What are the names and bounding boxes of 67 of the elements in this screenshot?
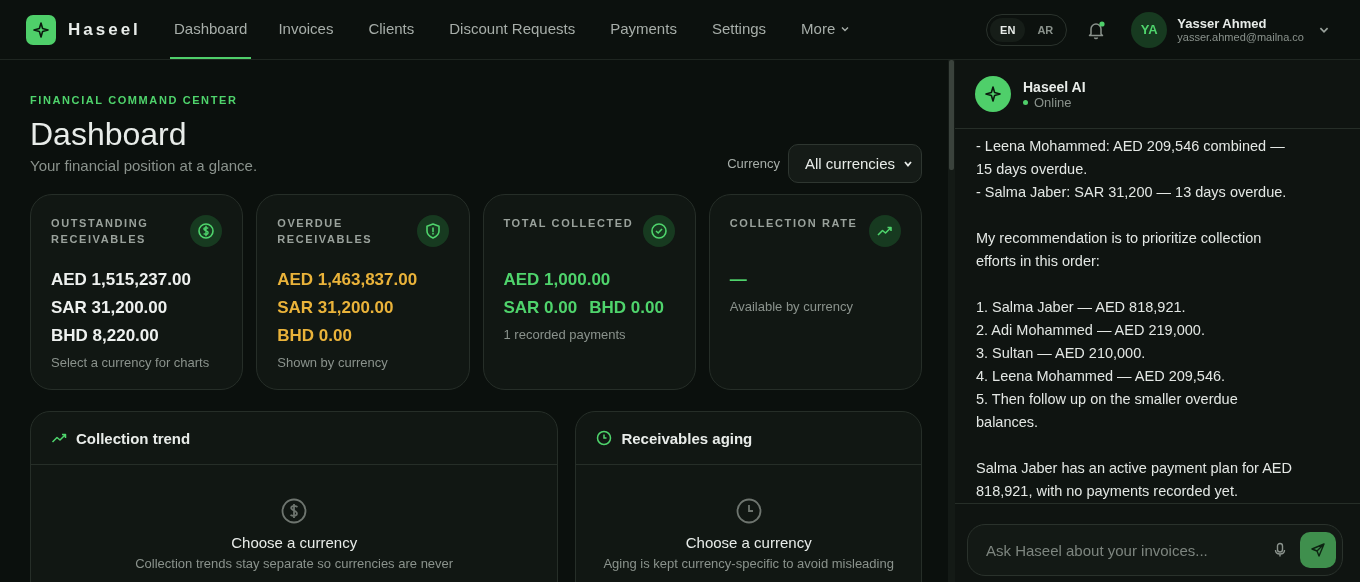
user-name: Yasser Ahmed	[1177, 16, 1268, 31]
amount-value: BHD 8,220.00	[51, 325, 159, 347]
currency-select[interactable]: All currencies	[787, 144, 922, 183]
amount-value: BHD 0.00	[589, 297, 664, 319]
chat-composer[interactable]: Ask Haseel about your invoices...	[967, 524, 1343, 576]
message-text: 1. Salma Jaber — AED 818,921.	[976, 298, 1187, 317]
panel-title: Collection trend	[76, 429, 191, 447]
scrollbar-thumb[interactable]	[949, 60, 954, 170]
sparkle-logo-icon	[26, 14, 56, 45]
stat-label: OVERDUE RECEIVABLES	[277, 216, 374, 247]
check-circle-icon	[642, 215, 675, 247]
message-text: My recommendation is to prioritize collection efforts in this order:	[976, 229, 1263, 271]
stat-note: Available by currency	[729, 299, 855, 314]
amount-value: AED 1,515,237.00	[51, 269, 191, 291]
microphone-icon[interactable]	[1272, 542, 1288, 558]
trend-up-icon	[869, 215, 901, 247]
empty-state-text: Collection trends stay separate so currencies are never	[135, 556, 454, 571]
message-text: - Salma Jaber: SAR 31,200 — 13 days overdue.	[976, 183, 1288, 202]
message-text: 5. Then follow up on the smaller overdue balances.	[976, 390, 1239, 432]
stat-label: OUTSTANDING RECEIVABLES	[51, 216, 150, 247]
amount-value: AED 1,463,837.00	[277, 269, 418, 291]
message-text: 4. Leena Mohammed — AED 209,546.	[976, 367, 1227, 386]
stat-label: COLLECTION RATE	[729, 216, 858, 231]
empty-state-title: Choose a currency	[231, 534, 358, 551]
amount-value: BHD 0.00	[277, 325, 352, 347]
empty-state-text: Aging is kept currency-specific to avoid misleading	[603, 556, 894, 571]
brand-name: Haseel	[68, 19, 141, 40]
amount-value: SAR 0.00	[503, 297, 578, 319]
panel-title: Receivables aging	[621, 429, 753, 447]
clock-icon	[596, 430, 613, 446]
user-avatar[interactable]: YA	[1131, 11, 1168, 48]
sparkle-avatar-icon	[975, 76, 1011, 112]
status-text: Online	[1034, 94, 1072, 110]
send-icon	[1310, 542, 1326, 558]
clock-icon	[735, 498, 762, 524]
language-button[interactable]: EN	[990, 17, 1026, 42]
nav-link[interactable]: Payments	[610, 0, 688, 59]
stat-note: Shown by currency	[277, 355, 389, 370]
nav-link[interactable]: Clients	[368, 0, 426, 59]
dollar-icon	[190, 215, 223, 247]
nav-link[interactable]: Discount Requests	[449, 0, 587, 59]
stat-note: Select a currency for charts	[51, 355, 211, 370]
amount-value: SAR 31,200.00	[277, 297, 394, 319]
stat-label: TOTAL COLLECTED	[503, 216, 634, 231]
nav-dropdown[interactable]: More	[801, 0, 862, 59]
nav-link[interactable]: Settings	[711, 0, 778, 59]
send-button[interactable]	[1300, 532, 1336, 568]
message-text: 2. Adi Mohammed — AED 219,000.	[976, 321, 1206, 340]
assistant-name: Haseel AI	[1023, 78, 1086, 95]
amount-value: —	[729, 269, 747, 291]
message-text: Salma Jaber has an active payment plan for AED 818,921, with no payments recorded yet.	[976, 459, 1293, 501]
page-title: Dashboard	[30, 116, 188, 153]
empty-state-title: Choose a currency	[685, 534, 812, 551]
language-button[interactable]: AR	[1027, 17, 1064, 42]
amount-value: SAR 31,200.00	[51, 297, 168, 319]
stat-note: 1 recorded payments	[503, 327, 627, 342]
chat-input-field[interactable]: Ask Haseel about your invoices...	[984, 540, 1260, 560]
user-email: yasser.ahmed@mailna.co	[1177, 31, 1304, 43]
shield-alert-icon	[416, 215, 449, 247]
nav-link[interactable]: Invoices	[278, 0, 345, 59]
section-eyebrow: FINANCIAL COMMAND CENTER	[30, 94, 239, 106]
amount-value: AED 1,000.00	[503, 269, 611, 291]
currency-label: Currency	[727, 156, 780, 171]
dollar-icon	[281, 498, 308, 524]
message-text: 3. Sultan — AED 210,000.	[976, 344, 1147, 363]
message-text: - Leena Mohammed: AED 209,546 combined — 15 days overdue.	[976, 137, 1286, 179]
page-subtitle: Your financial position at a glance.	[30, 157, 258, 174]
